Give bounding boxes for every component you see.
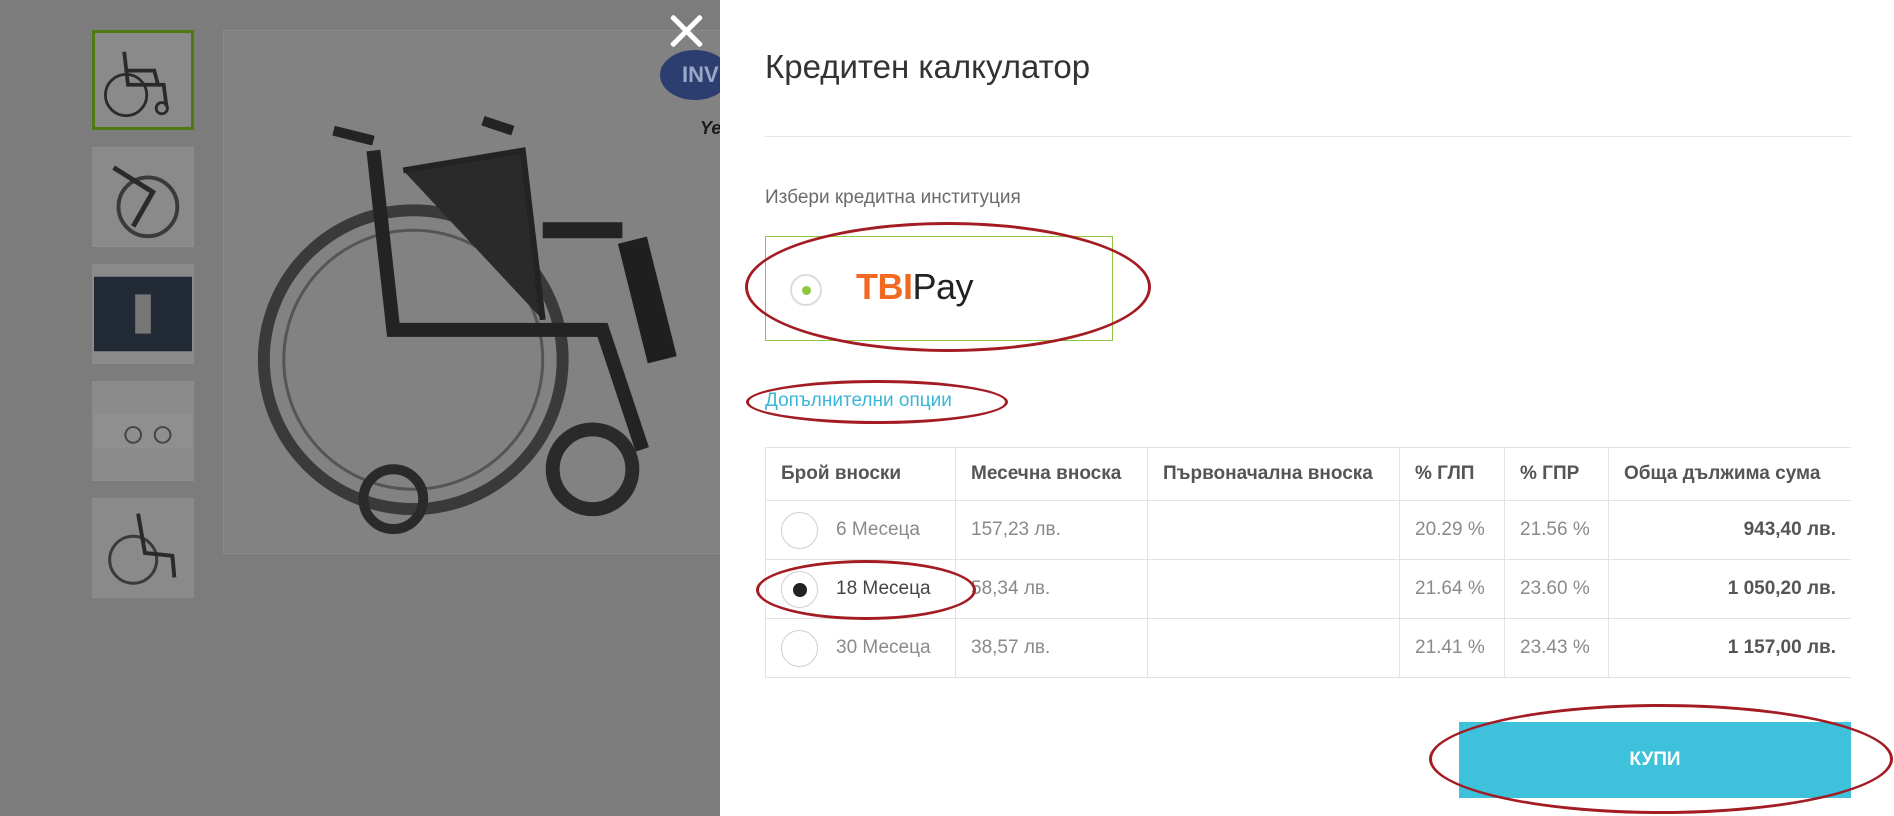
gpr-value: 23.60 % — [1504, 559, 1609, 619]
term-label: 30 Месеца — [836, 637, 931, 658]
product-thumbnail-5[interactable] — [92, 498, 194, 598]
close-icon[interactable] — [665, 10, 707, 52]
product-thumbnail-1[interactable] — [92, 30, 194, 130]
plan-radio-18[interactable] — [781, 570, 818, 608]
column-header-initial: Първоначална вноска — [1147, 447, 1400, 501]
table-header-row: Брой вноски Месечна вноска Първоначална … — [765, 447, 1851, 501]
total-amount: 943,40 лв. — [1608, 500, 1851, 560]
initial-payment — [1147, 618, 1400, 678]
table-row[interactable]: 30 Месеца 38,57 лв. 21.41 % 23.43 % 1 15… — [765, 618, 1851, 678]
buy-button[interactable]: КУПИ — [1459, 722, 1851, 798]
product-page-background: INV Ye — [0, 0, 730, 816]
installment-plans-table: Брой вноски Месечна вноска Първоначална … — [765, 447, 1851, 678]
monthly-payment: 157,23 лв. — [955, 500, 1148, 560]
term-label: 6 Месеца — [836, 519, 920, 540]
column-header-glp: % ГЛП — [1399, 447, 1505, 501]
glp-value: 20.29 % — [1399, 500, 1505, 560]
table-row[interactable]: 6 Месеца 157,23 лв. 20.29 % 21.56 % 943,… — [765, 500, 1851, 560]
product-main-image[interactable] — [223, 30, 723, 554]
term-cell: 30 Месеца — [765, 618, 956, 678]
monthly-payment: 38,57 лв. — [955, 618, 1148, 678]
credit-calculator-panel: Кредитен калкулатор Избери кредитна инст… — [720, 0, 1894, 816]
product-thumbnail-2[interactable] — [92, 147, 194, 247]
initial-payment — [1147, 559, 1400, 619]
gpr-value: 23.43 % — [1504, 618, 1609, 678]
tbipay-logo: TBIPay — [856, 266, 974, 308]
initial-payment — [1147, 500, 1400, 560]
divider — [765, 136, 1851, 137]
column-header-monthly: Месечна вноска — [955, 447, 1148, 501]
glp-value: 21.64 % — [1399, 559, 1505, 619]
gpr-value: 21.56 % — [1504, 500, 1609, 560]
plan-radio-30[interactable] — [781, 629, 818, 667]
term-label: 18 Месеца — [836, 578, 931, 599]
brand-tagline: Ye — [700, 118, 722, 138]
column-header-total: Обща дължима сума — [1608, 447, 1851, 501]
provider-radio[interactable] — [790, 274, 822, 306]
product-thumbnail-3[interactable] — [92, 264, 194, 364]
tbipay-logo-part1: TBI — [856, 266, 913, 307]
tbipay-logo-part2: Pay — [912, 266, 974, 307]
provider-option-tbipay[interactable]: TBIPay — [765, 236, 1113, 341]
page-title: Кредитен калкулатор — [765, 48, 1091, 85]
total-amount: 1 050,20 лв. — [1608, 559, 1851, 619]
term-cell: 6 Месеца — [765, 500, 956, 560]
total-amount: 1 157,00 лв. — [1608, 618, 1851, 678]
plan-radio-6[interactable] — [781, 511, 818, 549]
table-row[interactable]: 18 Месеца 58,34 лв. 21.64 % 23.60 % 1 05… — [765, 559, 1851, 619]
institution-label: Избери кредитна институция — [765, 187, 1021, 208]
product-thumbnail-4[interactable] — [92, 381, 194, 481]
term-cell: 18 Месеца — [765, 559, 956, 619]
additional-options-link[interactable]: Допълнителни опции — [765, 390, 952, 412]
monthly-payment: 58,34 лв. — [955, 559, 1148, 619]
column-header-gpr: % ГПР — [1504, 447, 1609, 501]
glp-value: 21.41 % — [1399, 618, 1505, 678]
column-header-installments: Брой вноски — [765, 447, 956, 501]
